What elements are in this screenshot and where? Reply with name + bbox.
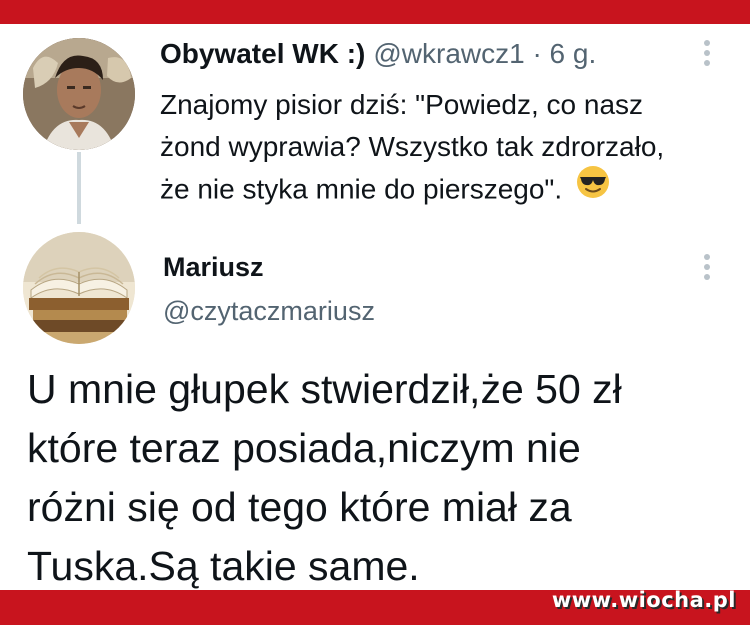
tweet2-text: U mnie głupek stwierdził,że 50 zł które …: [27, 360, 727, 596]
top-red-band: [0, 0, 750, 24]
site-watermark: www.wiocha.pl: [551, 588, 736, 612]
sunglasses-emoji-icon: [576, 165, 610, 211]
tweet1-header: Obywatel WK :) @wkrawcz1 · 6 g.: [160, 38, 596, 70]
tweet2-more-icon[interactable]: [704, 254, 712, 284]
tweet1-text: Znajomy pisior dziś: "Powiedz, co nasz ż…: [160, 84, 720, 214]
tweet1-line: Znajomy pisior dziś: "Powiedz, co nasz: [160, 89, 644, 120]
tweet1-handle-time[interactable]: @wkrawcz1 · 6 g.: [373, 38, 596, 69]
avatar-mariusz[interactable]: [23, 232, 135, 344]
meme-frame: Obywatel WK :) @wkrawcz1 · 6 g. Znajomy p…: [0, 0, 750, 625]
avatar-book-icon: [23, 232, 135, 344]
thread-connector-line: [77, 152, 81, 224]
tweet1-more-icon[interactable]: [704, 40, 712, 70]
tweet1-line-last: że nie styka mnie do pierszego".: [160, 165, 720, 214]
tweet1-display-name[interactable]: Obywatel WK :): [160, 38, 365, 69]
avatar-portrait-icon: [23, 38, 135, 150]
tweet2-handle[interactable]: @czytaczmariusz: [163, 296, 375, 327]
tweet1-line: że nie styka mnie do pierszego".: [160, 173, 563, 205]
tweet2-line: różni się od tego które miał za: [27, 484, 572, 530]
tweet1-line: żond wyprawia? Wszystko tak zdrorzało,: [160, 131, 665, 162]
tweet2-line: U mnie głupek stwierdził,że 50 zł: [27, 366, 622, 412]
tweet2-display-name[interactable]: Mariusz: [163, 252, 264, 283]
avatar-obywatel-wk[interactable]: [23, 38, 135, 150]
tweet2-line: które teraz posiada,niczym nie: [27, 425, 581, 471]
